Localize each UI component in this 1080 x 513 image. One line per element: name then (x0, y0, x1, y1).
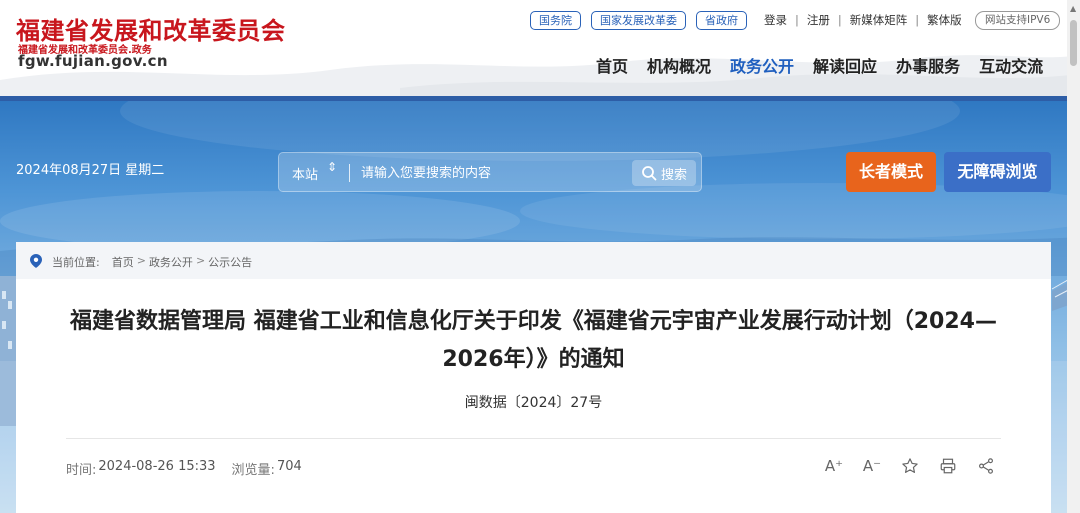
nav-interaction[interactable]: 互动交流 (979, 53, 1043, 77)
search-input[interactable] (361, 162, 621, 184)
location-pin-icon (30, 254, 42, 268)
divider (66, 438, 1001, 439)
document-number: 闽数据〔2024〕27号 (464, 395, 603, 411)
site-domain: fgw.fujian.gov.cn (18, 52, 168, 70)
top-links: 国务院 国家发展改革委 省政府 (530, 11, 747, 30)
views-label: 浏览量: (231, 463, 275, 478)
nav-government-affairs[interactable]: 政务公开 (730, 53, 794, 77)
breadcrumb-label: 当前位置: (52, 256, 100, 269)
link-provincial-gov[interactable]: 省政府 (696, 11, 747, 30)
search-icon (642, 166, 657, 181)
time-label: 时间: (66, 463, 97, 478)
search-divider (349, 164, 350, 182)
star-favorite-icon[interactable] (900, 456, 920, 476)
main-nav: 首页 机构概况 政务公开 解读回应 办事服务 互动交流 (596, 53, 1043, 77)
nav-interpretation[interactable]: 解读回应 (813, 53, 877, 77)
breadcrumb-announcements[interactable]: 公示公告 (208, 254, 252, 270)
separator: | (795, 13, 799, 27)
breadcrumb-home[interactable]: 首页 (112, 254, 134, 270)
scrollbar-thumb[interactable] (1070, 20, 1077, 66)
breadcrumb: 当前位置: 首页 > 政务公开 > 公示公告 (52, 254, 252, 270)
login-link[interactable]: 登录 (764, 12, 787, 28)
print-icon[interactable] (938, 456, 958, 476)
separator: | (837, 13, 842, 27)
chevron-right-icon: > (136, 254, 146, 267)
chevron-right-icon: > (195, 254, 206, 267)
nav-home[interactable]: 首页 (596, 53, 628, 77)
font-increase-icon[interactable]: A⁺ (824, 456, 844, 476)
view-count: 704 (276, 459, 302, 474)
nav-organization[interactable]: 机构概况 (647, 53, 711, 77)
breadcrumb-bar: 当前位置: 首页 > 政务公开 > 公示公告 (16, 242, 1051, 279)
search-bar: 本站 ⇕ 搜索 (278, 152, 702, 192)
breadcrumb-gov-affairs[interactable]: 政务公开 (149, 254, 193, 270)
scroll-up-icon[interactable]: ▲ (1070, 4, 1076, 13)
user-links: 登录 | 注册 | 新媒体矩阵 | 繁体版 (764, 12, 962, 28)
search-button-label: 搜索 (660, 167, 687, 183)
article-tools: A⁺ A⁻ (824, 456, 996, 476)
article-title: 福建省数据管理局 福建省工业和信息化厅关于印发《福建省元宇宙产业发展行动计划（2… (70, 309, 997, 372)
share-icon[interactable] (976, 456, 996, 476)
current-date: 2024年08月27日 星期二 (16, 163, 165, 178)
register-link[interactable]: 注册 (807, 12, 830, 28)
nav-services[interactable]: 办事服务 (896, 53, 960, 77)
article-meta: 时间: 2024-08-26 15:33 浏览量: 704 (66, 459, 302, 478)
elder-mode-button[interactable]: 长者模式 (846, 152, 936, 192)
ipv6-badge: 网站支持IPV6 (975, 11, 1061, 30)
sort-arrows-icon[interactable]: ⇕ (327, 161, 337, 173)
traditional-chinese-link[interactable]: 繁体版 (927, 12, 962, 28)
article-card: 当前位置: 首页 > 政务公开 > 公示公告 福建省数据管理局 福建省工业和信息… (16, 242, 1051, 513)
link-state-council[interactable]: 国务院 (530, 11, 581, 30)
new-media-link[interactable]: 新媒体矩阵 (850, 12, 908, 28)
publish-time: 2024-08-26 15:33 (98, 459, 216, 474)
page-scrollbar[interactable]: ▲ (1067, 0, 1080, 513)
search-scope-select[interactable]: 本站 (292, 164, 318, 183)
search-button[interactable]: 搜索 (632, 160, 696, 186)
separator: | (915, 13, 920, 27)
link-ndrc[interactable]: 国家发展改革委 (591, 11, 686, 30)
accessibility-button[interactable]: 无障碍浏览 (944, 152, 1051, 192)
site-header: 福建省发展和改革委员会 福建省发展和改革委员会.政务 fgw.fujian.go… (0, 0, 1080, 97)
font-decrease-icon[interactable]: A⁻ (862, 456, 882, 476)
